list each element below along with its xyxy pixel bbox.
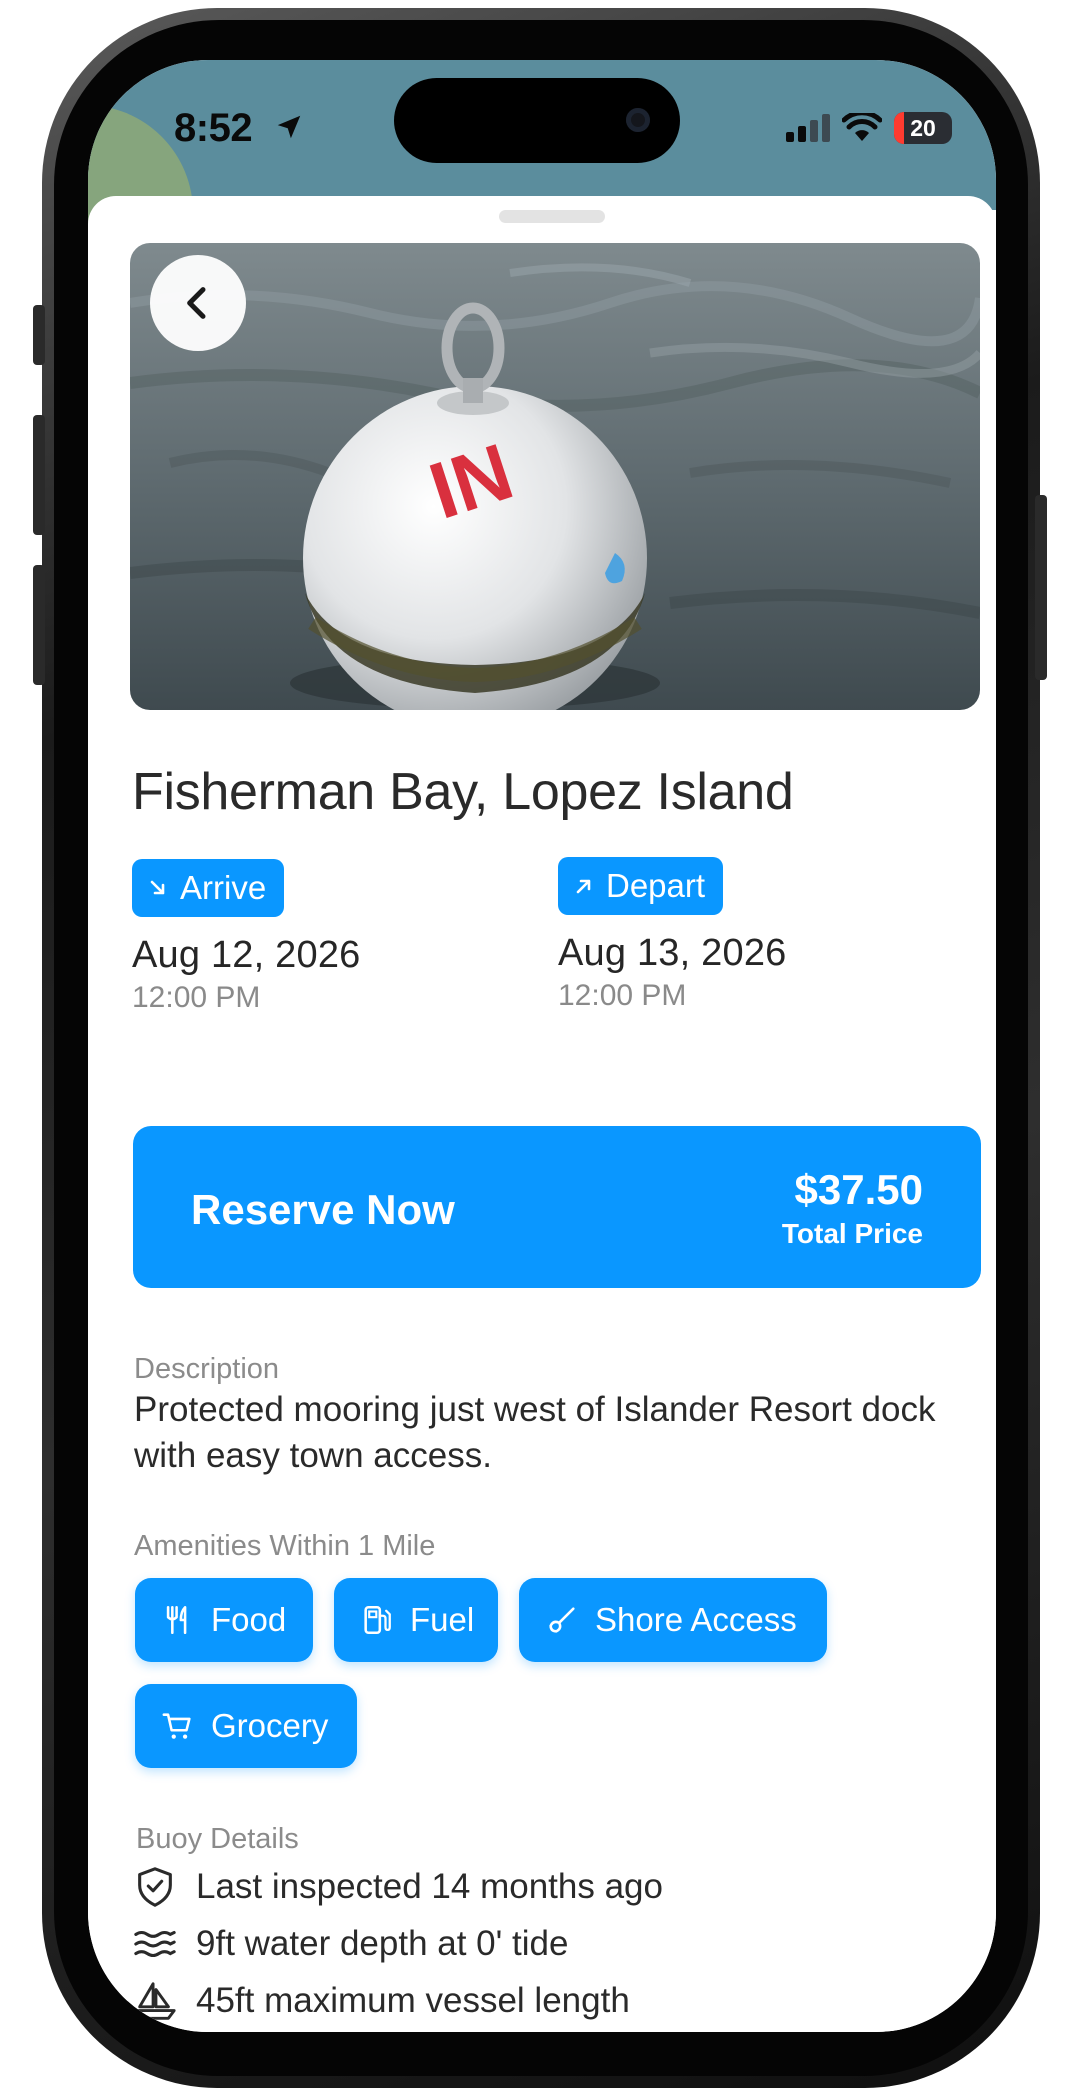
- description-heading: Description: [134, 1353, 280, 1385]
- front-camera: [626, 108, 650, 132]
- detail-vessel-length: 45ft maximum vessel length: [132, 1978, 630, 2024]
- shore-access-icon: [549, 1607, 575, 1633]
- arrive-badge: Arrive: [132, 859, 285, 917]
- page-title: Fisherman Bay, Lopez Island: [132, 763, 794, 821]
- amenity-grocery[interactable]: Grocery: [135, 1684, 357, 1768]
- total-price-label: Total Price: [781, 1218, 923, 1249]
- buoy-photo: IN: [130, 243, 980, 710]
- amenities-heading: Amenities Within 1 Mile: [134, 1530, 436, 1562]
- detail-inspection-text: Last inspected 14 months ago: [196, 1867, 663, 1906]
- buoy-details-heading: Buoy Details: [136, 1823, 299, 1855]
- depart-badge: Depart: [558, 857, 724, 915]
- depart-date: Aug 13, 2026: [558, 932, 787, 974]
- power-button: [1035, 495, 1047, 680]
- amenity-food-label: Food: [211, 1601, 287, 1638]
- detail-inspection: Last inspected 14 months ago: [132, 1864, 663, 1910]
- amenity-shore-access[interactable]: Shore Access: [519, 1578, 827, 1662]
- detail-depth: 9ft water depth at 0' tide: [132, 1921, 568, 1967]
- fork-knife-icon: [166, 1605, 187, 1635]
- detail-depth-text: 9ft water depth at 0' tide: [196, 1924, 569, 1963]
- depart-time: 12:00 PM: [558, 979, 687, 1012]
- fuel-pump-icon: [364, 1605, 391, 1635]
- arrow-down-right-icon: [150, 880, 165, 895]
- sailboat-icon: [134, 1982, 176, 2020]
- battery-level: 20: [910, 114, 936, 141]
- amenity-shore-access-label: Shore Access: [595, 1601, 797, 1638]
- water-waves-icon: [134, 1930, 176, 1958]
- depart-label: Depart: [606, 867, 706, 904]
- arrive-date: Aug 12, 2026: [132, 934, 361, 976]
- chevron-left-icon: [187, 287, 206, 319]
- arrow-up-right-icon: [576, 879, 591, 894]
- detail-sheet: IN Fisherman Bay, Lopez Island Arrive Au…: [88, 196, 996, 2032]
- back-button[interactable]: [150, 255, 246, 351]
- status-icons: 20: [786, 112, 952, 144]
- arrive-label: Arrive: [180, 869, 267, 906]
- amenity-fuel-label: Fuel: [410, 1601, 475, 1638]
- battery-icon: 20: [894, 112, 952, 144]
- description-text: Protected mooring just west of Islander …: [134, 1390, 936, 1475]
- amenity-food[interactable]: Food: [135, 1578, 313, 1662]
- action-button: [33, 305, 45, 365]
- detail-vessel-length-text: 45ft maximum vessel length: [196, 1981, 630, 2020]
- cellular-signal-icon: [786, 114, 830, 142]
- amenity-fuel[interactable]: Fuel: [334, 1578, 498, 1662]
- cart-icon: [162, 1713, 191, 1739]
- arrive-time: 12:00 PM: [132, 981, 261, 1014]
- location-arrow-icon: [277, 115, 301, 139]
- reserve-now-button[interactable]: Reserve Now $37.50 Total Price: [133, 1126, 981, 1288]
- screen: 8:52 20 IN Fisherman Bay, Lopez Island A…: [88, 60, 996, 2032]
- shield-check-icon: [138, 1867, 172, 1907]
- wifi-icon: [842, 113, 882, 141]
- buoy-image: IN: [130, 243, 980, 710]
- total-price: $37.50: [794, 1166, 923, 1213]
- status-time: 8:52: [174, 106, 253, 150]
- dynamic-island: [394, 78, 680, 163]
- status-bar: 8:52 20: [88, 60, 996, 320]
- sheet-grabber[interactable]: [499, 210, 605, 223]
- volume-down-button: [33, 565, 45, 685]
- reserve-label: Reserve Now: [191, 1186, 455, 1233]
- volume-up-button: [33, 415, 45, 535]
- amenity-grocery-label: Grocery: [211, 1707, 329, 1744]
